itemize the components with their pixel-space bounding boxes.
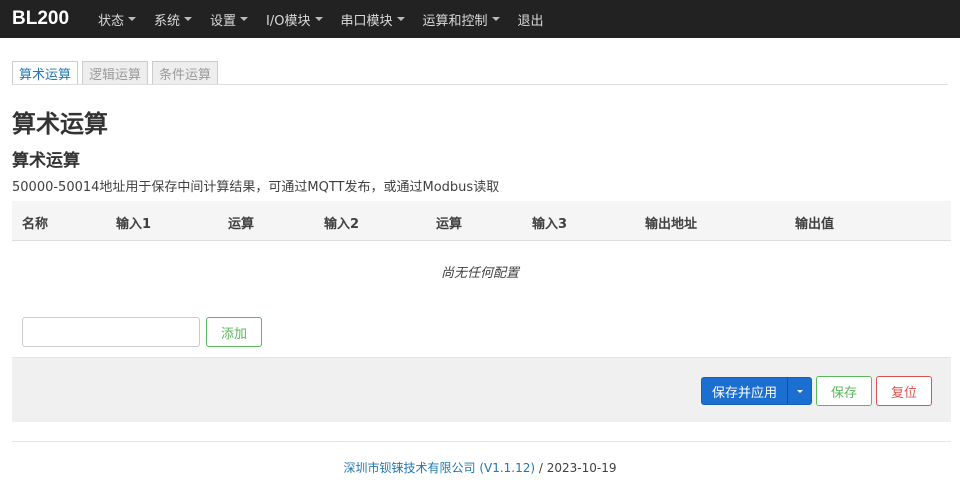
save-apply-button[interactable]: 保存并应用 bbox=[702, 378, 788, 404]
tab-arithmetic[interactable]: 算术运算 bbox=[12, 61, 79, 85]
add-button[interactable]: 添加 bbox=[206, 317, 262, 347]
column-header-name: 名称 bbox=[22, 217, 49, 232]
tab-divider bbox=[12, 84, 948, 85]
caret-down-icon bbox=[491, 17, 500, 21]
nav-item-compute-control[interactable]: 运算和控制 bbox=[423, 10, 510, 29]
page-title: 算术运算 bbox=[12, 110, 108, 138]
tab-condition[interactable]: 条件运算 bbox=[152, 61, 219, 85]
footer-divider bbox=[12, 441, 951, 442]
save-apply-button-group: 保存并应用 bbox=[701, 377, 812, 405]
save-button[interactable]: 保存 bbox=[816, 376, 872, 406]
column-header-output-address: 输出地址 bbox=[645, 217, 698, 232]
column-header-input3: 输入3 bbox=[532, 217, 568, 232]
nav-item-serial-module[interactable]: 串口模块 bbox=[341, 10, 415, 29]
tab-bar: 算术运算 逻辑运算 条件运算 bbox=[12, 61, 222, 85]
column-header-output-value: 输出值 bbox=[795, 217, 835, 232]
empty-table-message: 尚无任何配置 bbox=[440, 266, 519, 281]
column-header-op2: 运算 bbox=[436, 217, 463, 232]
caret-down-icon bbox=[796, 389, 803, 393]
brand-logo[interactable]: BL200 bbox=[0, 8, 98, 30]
caret-down-icon bbox=[184, 17, 193, 21]
top-navbar: BL200 状态 系统 设置 I/O模块 串口模块 运算和控制 退出 bbox=[0, 0, 960, 38]
nav-item-logout[interactable]: 退出 bbox=[518, 10, 554, 29]
section-description: 50000-50014地址用于保存中间计算结果，可通过MQTT发布，或通过Mod… bbox=[12, 180, 500, 195]
nav-item-settings[interactable]: 设置 bbox=[210, 10, 258, 29]
new-entry-name-input[interactable] bbox=[22, 317, 200, 347]
nav-item-status[interactable]: 状态 bbox=[98, 10, 146, 29]
reset-button[interactable]: 复位 bbox=[876, 376, 932, 406]
column-header-input1: 输入1 bbox=[116, 217, 152, 232]
nav-item-system[interactable]: 系统 bbox=[154, 10, 202, 29]
action-bar: 保存并应用 保存 复位 bbox=[12, 357, 951, 422]
company-link[interactable]: 深圳市钡铼技术有限公司 (V1.1.12) bbox=[344, 461, 536, 475]
tab-logic[interactable]: 逻辑运算 bbox=[82, 61, 149, 85]
table-header: 名称 输入1 运算 输入2 运算 输入3 输出地址 输出值 bbox=[12, 201, 951, 241]
build-date: / 2023-10-19 bbox=[535, 461, 617, 475]
column-header-op1: 运算 bbox=[228, 217, 255, 232]
caret-down-icon bbox=[396, 17, 405, 21]
main-nav: 状态 系统 设置 I/O模块 串口模块 运算和控制 退出 bbox=[98, 0, 562, 38]
column-header-input2: 输入2 bbox=[324, 217, 360, 232]
nav-item-io-module[interactable]: I/O模块 bbox=[266, 10, 332, 29]
caret-down-icon bbox=[128, 17, 137, 21]
caret-down-icon bbox=[240, 17, 249, 21]
footer: 深圳市钡铼技术有限公司 (V1.1.12) / 2023-10-19 bbox=[0, 459, 960, 476]
section-title: 算术运算 bbox=[12, 151, 80, 171]
save-apply-dropdown-toggle[interactable] bbox=[788, 378, 811, 404]
caret-down-icon bbox=[314, 17, 323, 21]
